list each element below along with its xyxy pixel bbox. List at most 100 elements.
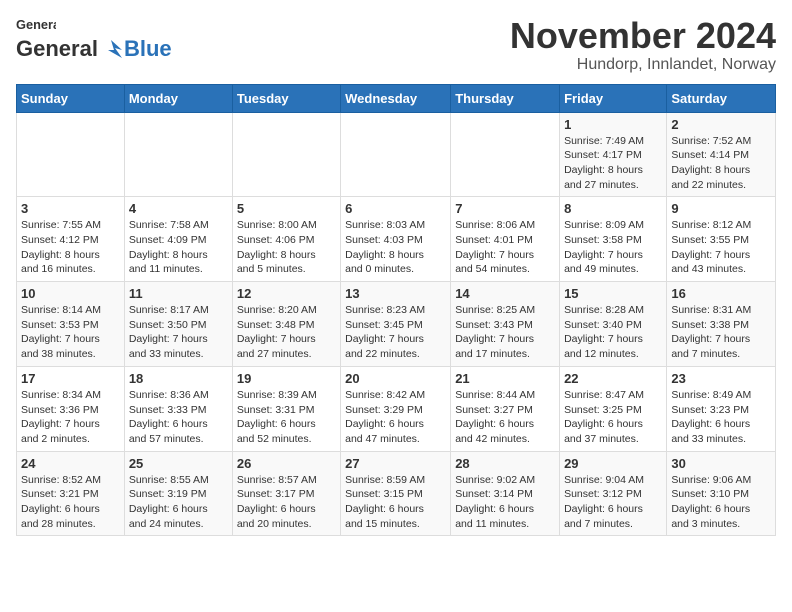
day-number: 22 bbox=[564, 371, 662, 386]
day-info: Sunrise: 8:25 AM Sunset: 3:43 PM Dayligh… bbox=[455, 303, 555, 362]
calendar-week-row: 24 Sunrise: 8:52 AM Sunset: 3:21 PM Dayli… bbox=[17, 451, 776, 536]
day-info: Sunrise: 8:36 AM Sunset: 3:33 PM Dayligh… bbox=[129, 388, 228, 447]
day-number: 16 bbox=[671, 286, 771, 301]
logo-blue: Blue bbox=[124, 36, 172, 62]
day-number: 3 bbox=[21, 201, 120, 216]
title-block: November 2024 Hundorp, Innlandet, Norway bbox=[510, 16, 776, 74]
day-number: 5 bbox=[237, 201, 336, 216]
day-number: 11 bbox=[129, 286, 228, 301]
day-info: Sunrise: 8:12 AM Sunset: 3:55 PM Dayligh… bbox=[671, 218, 771, 277]
calendar-cell: 15 Sunrise: 8:28 AM Sunset: 3:40 PM Dayli… bbox=[560, 282, 667, 367]
calendar-cell: 19 Sunrise: 8:39 AM Sunset: 3:31 PM Dayli… bbox=[232, 366, 340, 451]
day-number: 25 bbox=[129, 456, 228, 471]
day-number: 24 bbox=[21, 456, 120, 471]
calendar-cell: 9Sunrise: 8:12 AM Sunset: 3:55 PM Daylig… bbox=[667, 197, 776, 282]
day-number: 7 bbox=[455, 201, 555, 216]
calendar-cell: 23Sunrise: 8:49 AM Sunset: 3:23 PM Dayli… bbox=[667, 366, 776, 451]
day-number: 29 bbox=[564, 456, 662, 471]
calendar-cell: 10 Sunrise: 8:14 AM Sunset: 3:53 PM Dayli… bbox=[17, 282, 125, 367]
day-number: 14 bbox=[455, 286, 555, 301]
day-number: 15 bbox=[564, 286, 662, 301]
day-number: 27 bbox=[345, 456, 446, 471]
calendar-cell: 27Sunrise: 8:59 AM Sunset: 3:15 PM Dayli… bbox=[341, 451, 451, 536]
calendar-cell: 25Sunrise: 8:55 AM Sunset: 3:19 PM Dayli… bbox=[124, 451, 232, 536]
day-info: Sunrise: 7:58 AM Sunset: 4:09 PM Dayligh… bbox=[129, 218, 228, 277]
day-info: Sunrise: 8:34 AM Sunset: 3:36 PM Dayligh… bbox=[21, 388, 120, 447]
calendar-cell: 17 Sunrise: 8:34 AM Sunset: 3:36 PM Dayli… bbox=[17, 366, 125, 451]
day-number: 21 bbox=[455, 371, 555, 386]
day-info: Sunrise: 8:23 AM Sunset: 3:45 PM Dayligh… bbox=[345, 303, 446, 362]
day-number: 2 bbox=[671, 117, 771, 132]
day-number: 12 bbox=[237, 286, 336, 301]
weekday-header: Tuesday bbox=[232, 84, 340, 112]
day-number: 20 bbox=[345, 371, 446, 386]
day-number: 6 bbox=[345, 201, 446, 216]
day-number: 26 bbox=[237, 456, 336, 471]
calendar-cell bbox=[341, 112, 451, 197]
day-number: 8 bbox=[564, 201, 662, 216]
calendar-cell: 7Sunrise: 8:06 AM Sunset: 4:01 PM Daylig… bbox=[451, 197, 560, 282]
day-number: 10 bbox=[21, 286, 120, 301]
weekday-header: Monday bbox=[124, 84, 232, 112]
day-info: Sunrise: 8:09 AM Sunset: 3:58 PM Dayligh… bbox=[564, 218, 662, 277]
day-info: Sunrise: 8:39 AM Sunset: 3:31 PM Dayligh… bbox=[237, 388, 336, 447]
calendar-cell: 5 Sunrise: 8:00 AM Sunset: 4:06 PM Daylig… bbox=[232, 197, 340, 282]
calendar-cell: 13 Sunrise: 8:23 AM Sunset: 3:45 PM Dayli… bbox=[341, 282, 451, 367]
day-info: Sunrise: 8:52 AM Sunset: 3:21 PM Dayligh… bbox=[21, 473, 120, 532]
calendar-cell: 26Sunrise: 8:57 AM Sunset: 3:17 PM Dayli… bbox=[232, 451, 340, 536]
calendar-cell bbox=[17, 112, 125, 197]
calendar-cell: 18Sunrise: 8:36 AM Sunset: 3:33 PM Dayli… bbox=[124, 366, 232, 451]
calendar-cell: 20 Sunrise: 8:42 AM Sunset: 3:29 PM Dayli… bbox=[341, 366, 451, 451]
day-info: Sunrise: 8:28 AM Sunset: 3:40 PM Dayligh… bbox=[564, 303, 662, 362]
day-info: Sunrise: 8:03 AM Sunset: 4:03 PM Dayligh… bbox=[345, 218, 446, 277]
calendar-cell: 30 Sunrise: 9:06 AM Sunset: 3:10 PM Dayli… bbox=[667, 451, 776, 536]
calendar-title: November 2024 bbox=[510, 16, 776, 56]
weekday-header: Sunday bbox=[17, 84, 125, 112]
logo: General General Blue bbox=[16, 16, 172, 62]
weekday-header: Wednesday bbox=[341, 84, 451, 112]
weekday-header: Saturday bbox=[667, 84, 776, 112]
calendar-cell: 11Sunrise: 8:17 AM Sunset: 3:50 PM Dayli… bbox=[124, 282, 232, 367]
day-number: 28 bbox=[455, 456, 555, 471]
day-info: Sunrise: 7:49 AM Sunset: 4:17 PM Dayligh… bbox=[564, 134, 662, 193]
day-number: 19 bbox=[237, 371, 336, 386]
day-info: Sunrise: 9:06 AM Sunset: 3:10 PM Dayligh… bbox=[671, 473, 771, 532]
calendar-cell: 4 Sunrise: 7:58 AM Sunset: 4:09 PM Daylig… bbox=[124, 197, 232, 282]
calendar-cell: 24 Sunrise: 8:52 AM Sunset: 3:21 PM Dayli… bbox=[17, 451, 125, 536]
calendar-cell bbox=[451, 112, 560, 197]
day-number: 13 bbox=[345, 286, 446, 301]
day-info: Sunrise: 7:52 AM Sunset: 4:14 PM Dayligh… bbox=[671, 134, 771, 193]
calendar-week-row: 17 Sunrise: 8:34 AM Sunset: 3:36 PM Dayli… bbox=[17, 366, 776, 451]
day-info: Sunrise: 8:42 AM Sunset: 3:29 PM Dayligh… bbox=[345, 388, 446, 447]
day-info: Sunrise: 8:47 AM Sunset: 3:25 PM Dayligh… bbox=[564, 388, 662, 447]
weekday-header: Friday bbox=[560, 84, 667, 112]
calendar-cell: 3 Sunrise: 7:55 AM Sunset: 4:12 PM Daylig… bbox=[17, 197, 125, 282]
day-info: Sunrise: 8:44 AM Sunset: 3:27 PM Dayligh… bbox=[455, 388, 555, 447]
day-info: Sunrise: 8:00 AM Sunset: 4:06 PM Dayligh… bbox=[237, 218, 336, 277]
day-info: Sunrise: 9:04 AM Sunset: 3:12 PM Dayligh… bbox=[564, 473, 662, 532]
weekday-header: Thursday bbox=[451, 84, 560, 112]
logo-general: General bbox=[16, 36, 98, 62]
day-number: 17 bbox=[21, 371, 120, 386]
day-number: 4 bbox=[129, 201, 228, 216]
calendar-header-row: SundayMondayTuesdayWednesdayThursdayFrid… bbox=[17, 84, 776, 112]
day-info: Sunrise: 7:55 AM Sunset: 4:12 PM Dayligh… bbox=[21, 218, 120, 277]
day-info: Sunrise: 8:20 AM Sunset: 3:48 PM Dayligh… bbox=[237, 303, 336, 362]
day-info: Sunrise: 8:49 AM Sunset: 3:23 PM Dayligh… bbox=[671, 388, 771, 447]
day-info: Sunrise: 8:14 AM Sunset: 3:53 PM Dayligh… bbox=[21, 303, 120, 362]
calendar-cell: 6 Sunrise: 8:03 AM Sunset: 4:03 PM Daylig… bbox=[341, 197, 451, 282]
calendar-cell: 21 Sunrise: 8:44 AM Sunset: 3:27 PM Dayli… bbox=[451, 366, 560, 451]
logo-icon: General bbox=[16, 16, 56, 34]
page-header: General General Blue November 2024 Hundo… bbox=[16, 16, 776, 74]
calendar-cell: 1 Sunrise: 7:49 AM Sunset: 4:17 PM Daylig… bbox=[560, 112, 667, 197]
calendar-cell: 16Sunrise: 8:31 AM Sunset: 3:38 PM Dayli… bbox=[667, 282, 776, 367]
day-number: 30 bbox=[671, 456, 771, 471]
calendar-cell: 2 Sunrise: 7:52 AM Sunset: 4:14 PM Daylig… bbox=[667, 112, 776, 197]
day-number: 1 bbox=[564, 117, 662, 132]
calendar-cell bbox=[124, 112, 232, 197]
calendar-cell: 28Sunrise: 9:02 AM Sunset: 3:14 PM Dayli… bbox=[451, 451, 560, 536]
calendar-cell: 8 Sunrise: 8:09 AM Sunset: 3:58 PM Daylig… bbox=[560, 197, 667, 282]
calendar-week-row: 10 Sunrise: 8:14 AM Sunset: 3:53 PM Dayli… bbox=[17, 282, 776, 367]
calendar-week-row: 1 Sunrise: 7:49 AM Sunset: 4:17 PM Daylig… bbox=[17, 112, 776, 197]
calendar-cell: 22 Sunrise: 8:47 AM Sunset: 3:25 PM Dayli… bbox=[560, 366, 667, 451]
